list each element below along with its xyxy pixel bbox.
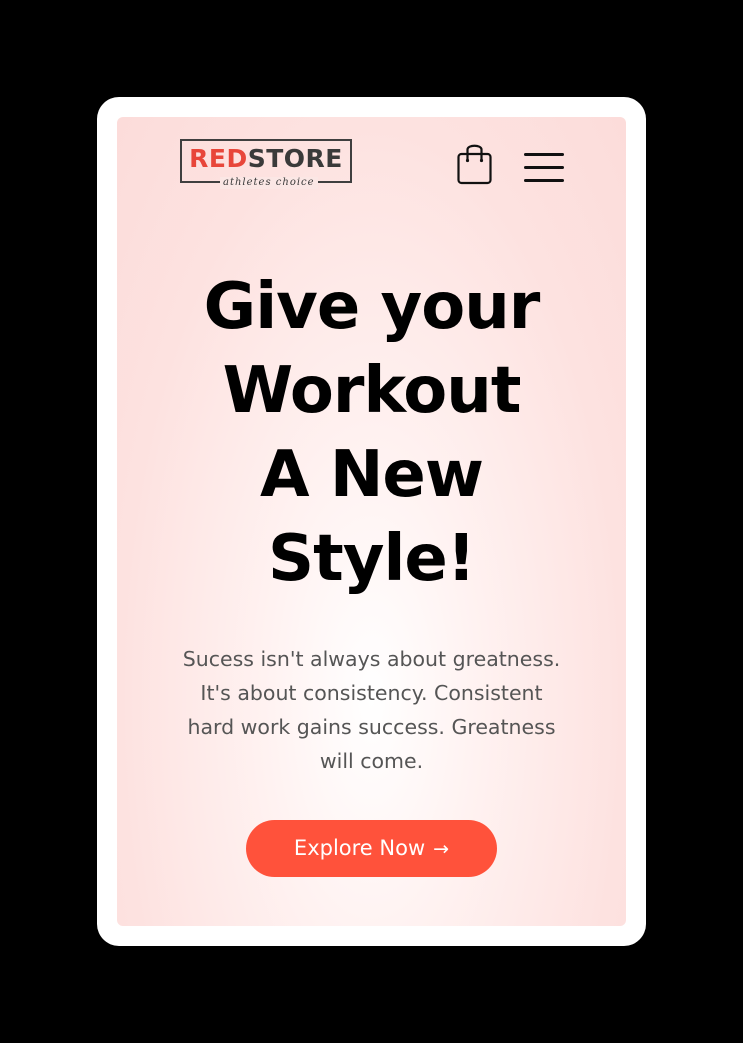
hero-title-line: A New — [260, 438, 484, 512]
logo-store-text: STORE — [247, 144, 343, 173]
shopping-bag-icon[interactable] — [457, 141, 492, 185]
hero-description-line: will come. — [319, 749, 424, 773]
hero-title-line: Workout — [222, 354, 522, 428]
hero-description-line: It's about consistency. Consistent — [200, 681, 543, 705]
hero-description: Sucess isn't always about greatness. It'… — [157, 642, 586, 778]
hero-description-line: hard work gains success. Greatness — [187, 715, 556, 739]
redstore-logo[interactable]: REDSTORE athletes choice — [180, 139, 352, 189]
navbar: REDSTORE athletes choice — [117, 117, 626, 217]
logo-tagline: athletes choice — [220, 177, 318, 189]
phone-screen: REDSTORE athletes choice Give your Worko… — [117, 117, 626, 926]
explore-now-button[interactable]: Explore Now → — [246, 820, 497, 877]
logo-wordmark: REDSTORE — [182, 144, 350, 174]
hamburger-menu-icon[interactable] — [524, 153, 564, 183]
hero-title: Give your Workout A New Style! — [117, 265, 626, 601]
logo-red-text: RED — [189, 144, 248, 173]
hero-title-line: Give your — [203, 270, 541, 344]
hero-title-line: Style! — [268, 522, 476, 596]
hero-description-line: Sucess isn't always about greatness. — [182, 647, 561, 671]
arrow-right-icon: → — [433, 838, 450, 860]
phone-frame: REDSTORE athletes choice Give your Worko… — [97, 97, 646, 946]
explore-now-label: Explore Now — [293, 836, 426, 860]
